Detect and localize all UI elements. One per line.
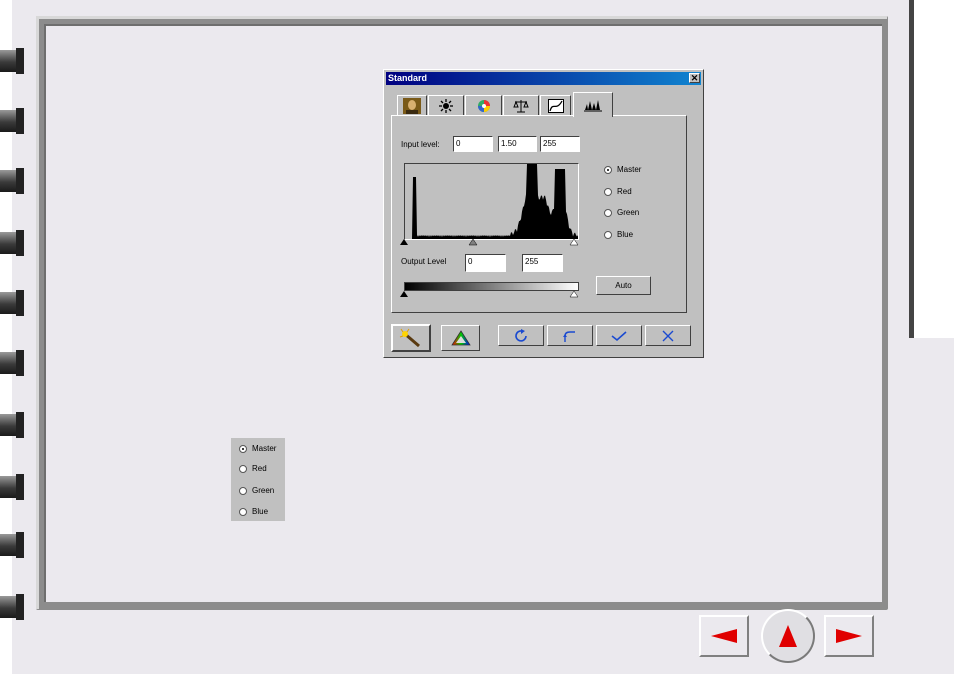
- input-level-black-field[interactable]: 0: [453, 136, 493, 152]
- binder-ring: [0, 230, 24, 256]
- input-sliders[interactable]: [400, 239, 582, 247]
- cancel-x-icon: [662, 330, 674, 341]
- standard-dialog: Standard ✕ Input level: 0 1.50 255 Outpu…: [383, 69, 704, 358]
- input-level-label: Input level:: [401, 140, 440, 149]
- binder-ring: [0, 532, 24, 558]
- channel-master-label: Master: [617, 165, 642, 174]
- next-page-button[interactable]: [824, 615, 874, 657]
- radio-green[interactable]: [604, 208, 612, 217]
- ok-button[interactable]: [596, 325, 642, 346]
- output-sliders[interactable]: [400, 291, 582, 299]
- left-arrow-icon: [711, 629, 737, 643]
- dialog-title: Standard: [388, 73, 428, 83]
- group-blue-label: Blue: [252, 507, 269, 516]
- histogram: [404, 163, 579, 240]
- channel-blue[interactable]: Blue: [604, 230, 633, 239]
- group-channel-green[interactable]: Green: [239, 486, 274, 495]
- binder-ring: [0, 412, 24, 438]
- group-red-label: Red: [252, 464, 267, 473]
- group-channel-master[interactable]: Master: [239, 444, 276, 453]
- channel-red-label: Red: [617, 187, 632, 196]
- input-level-gamma-field[interactable]: 1.50: [498, 136, 537, 152]
- magic-wand-button[interactable]: [391, 324, 431, 352]
- group-radio-master[interactable]: [239, 444, 247, 453]
- channel-blue-label: Blue: [617, 230, 634, 239]
- histogram-graph: [405, 164, 578, 239]
- binder-ring: [0, 168, 24, 194]
- group-radio-red[interactable]: [239, 464, 247, 473]
- radio-red[interactable]: [604, 187, 612, 196]
- tab-curves[interactable]: [540, 95, 571, 116]
- group-green-label: Green: [252, 486, 275, 495]
- portrait-icon: [403, 98, 421, 114]
- input-level-white-field[interactable]: 255: [540, 136, 580, 152]
- right-arrow-icon: [836, 629, 862, 643]
- channel-radio-group: Master Red Green Blue: [231, 438, 285, 521]
- output-level-white-field[interactable]: 255: [522, 254, 563, 272]
- prev-page-button[interactable]: [699, 615, 749, 657]
- levels-panel: Input level: 0 1.50 255 Output Level 0 2…: [391, 115, 687, 313]
- binder-ring: [0, 474, 24, 500]
- group-channel-blue[interactable]: Blue: [239, 507, 268, 516]
- tab-portrait[interactable]: [397, 95, 427, 116]
- tab-brightness[interactable]: [428, 95, 464, 116]
- curve-icon: [547, 99, 564, 113]
- binder-ring: [0, 290, 24, 316]
- binder-ring: [0, 594, 24, 620]
- levels-icon: [584, 100, 602, 112]
- right-divider: [909, 0, 914, 338]
- triangle-color-icon: [450, 330, 471, 346]
- output-level-label: Output Level: [401, 257, 447, 266]
- binder-ring: [0, 108, 24, 134]
- undo-button[interactable]: [547, 325, 593, 346]
- color-triangle-button[interactable]: [441, 325, 480, 351]
- reset-icon: [515, 328, 527, 342]
- output-gradient: [404, 282, 579, 291]
- binder-ring: [0, 350, 24, 376]
- group-radio-green[interactable]: [239, 486, 247, 495]
- channel-master[interactable]: Master: [604, 165, 641, 174]
- balance-icon: [513, 100, 529, 113]
- group-channel-red[interactable]: Red: [239, 464, 267, 473]
- radio-master[interactable]: [604, 165, 612, 174]
- home-button[interactable]: [761, 609, 815, 663]
- tab-balance[interactable]: [503, 95, 539, 116]
- brightness-icon: [439, 99, 453, 113]
- reset-button[interactable]: [498, 325, 544, 346]
- dialog-titlebar: Standard ✕: [386, 72, 701, 85]
- auto-button[interactable]: Auto: [596, 276, 651, 295]
- radio-blue[interactable]: [604, 230, 612, 239]
- close-button[interactable]: ✕: [689, 73, 700, 83]
- tab-color[interactable]: [465, 95, 502, 116]
- magic-wand-icon: [399, 328, 420, 348]
- binder-ring: [0, 48, 24, 74]
- output-level-black-field[interactable]: 0: [465, 254, 506, 272]
- color-wheel-icon: [477, 100, 490, 112]
- group-master-label: Master: [252, 444, 277, 453]
- up-arrow-icon: [779, 625, 797, 647]
- tab-levels[interactable]: [573, 92, 613, 117]
- channel-green-label: Green: [617, 208, 640, 217]
- channel-green[interactable]: Green: [604, 208, 639, 217]
- undo-icon: [563, 330, 575, 342]
- channel-red[interactable]: Red: [604, 187, 632, 196]
- ok-check-icon: [611, 330, 627, 341]
- right-margin: [910, 0, 954, 338]
- group-radio-blue[interactable]: [239, 507, 247, 516]
- cancel-button[interactable]: [645, 325, 691, 346]
